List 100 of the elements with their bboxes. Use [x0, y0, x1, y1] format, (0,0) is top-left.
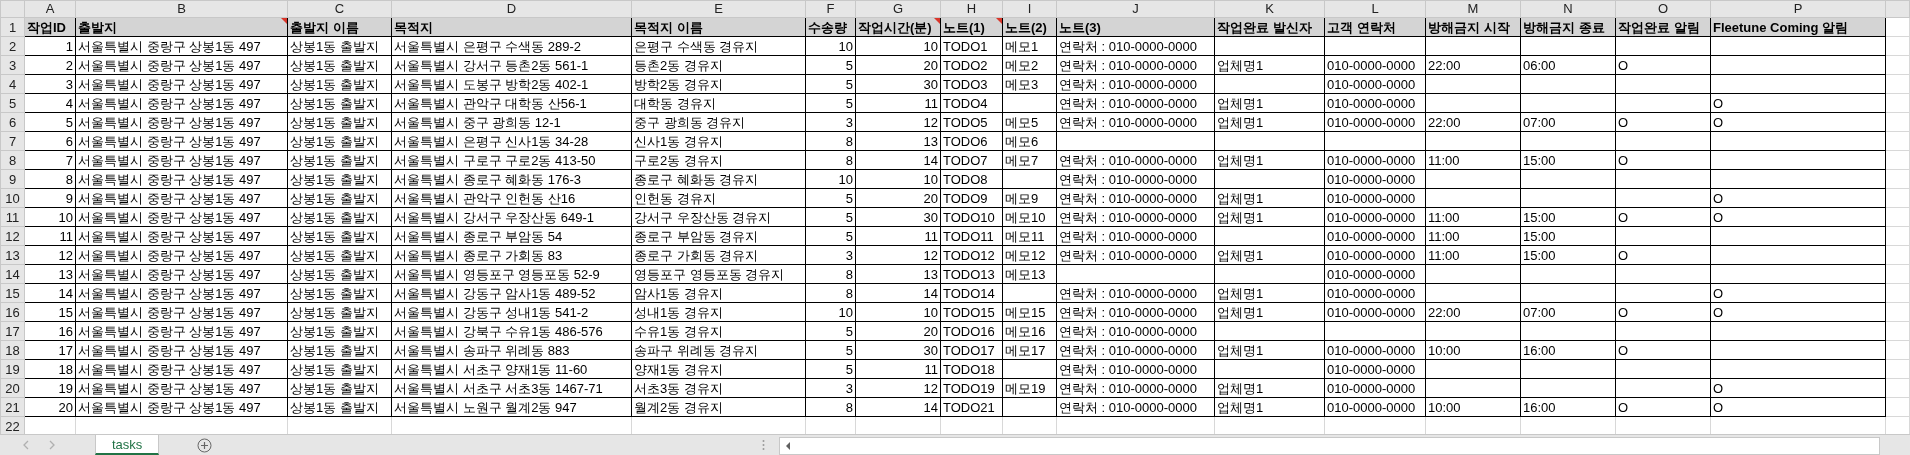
column-header[interactable]: I: [1002, 0, 1057, 18]
table-cell: 5: [805, 55, 856, 75]
column-header[interactable]: J: [1056, 0, 1215, 18]
table-cell: 업체명1: [1214, 245, 1325, 265]
table-cell: 양재1동 경유지: [631, 359, 806, 379]
table-cell: 11: [855, 93, 941, 113]
column-header[interactable]: A: [24, 0, 76, 18]
table-cell: TODO17: [940, 340, 1003, 360]
table-cell: 11: [24, 226, 76, 246]
scroll-right-icon[interactable]: [48, 440, 56, 450]
column-header[interactable]: C: [287, 0, 392, 18]
horizontal-scrollbar[interactable]: [779, 437, 1880, 455]
table-cell: 10: [805, 302, 856, 322]
table-cell: 12: [24, 245, 76, 265]
table-cell: 상봉1동 출발지: [287, 226, 392, 246]
table-cell: 20: [855, 188, 941, 208]
table-cell: 11:00: [1425, 245, 1521, 265]
table-cell: 8: [805, 283, 856, 303]
column-header[interactable]: M: [1425, 0, 1521, 18]
table-cell: 16:00: [1520, 397, 1616, 417]
add-sheet-icon[interactable]: [197, 437, 213, 453]
table-cell: 15:00: [1520, 207, 1616, 227]
table-cell: 서울특별시 중랑구 상봉1동 497: [75, 169, 288, 189]
column-header[interactable]: O: [1615, 0, 1711, 18]
column-header[interactable]: D: [391, 0, 632, 18]
table-cell: TODO7: [940, 150, 1003, 170]
table-cell: 상봉1동 출발지: [287, 245, 392, 265]
table-cell: 10:00: [1425, 397, 1521, 417]
table-cell: 연락처 : 010-0000-0000: [1056, 321, 1215, 341]
table-cell: 22:00: [1425, 302, 1521, 322]
table-cell: 010-0000-0000: [1324, 150, 1426, 170]
table-cell: 메모13: [1002, 264, 1057, 284]
table-cell: 서울특별시 중랑구 상봉1동 497: [75, 112, 288, 132]
table-cell: O: [1615, 302, 1711, 322]
table-cell: 15: [24, 302, 76, 322]
table-cell: 업체명1: [1214, 378, 1325, 398]
table-cell: 3: [24, 74, 76, 94]
table-cell: 13: [24, 264, 76, 284]
table-cell: 메모1: [1002, 36, 1057, 56]
table-cell: TODO21: [940, 397, 1003, 417]
table-cell: 07:00: [1520, 112, 1616, 132]
column-header[interactable]: N: [1520, 0, 1616, 18]
table-cell: O: [1615, 112, 1711, 132]
table-cell: 서울특별시 중랑구 상봉1동 497: [75, 74, 288, 94]
table-cell: 연락처 : 010-0000-0000: [1056, 378, 1215, 398]
splitter-handle-icon[interactable]: [762, 439, 766, 451]
table-cell: 업체명1: [1214, 150, 1325, 170]
table-cell: 서울특별시 중랑구 상봉1동 497: [75, 188, 288, 208]
column-header[interactable]: F: [805, 0, 856, 18]
table-cell: 연락처 : 010-0000-0000: [1056, 55, 1215, 75]
table-cell: 16: [24, 321, 76, 341]
table-cell: 서울특별시 강서구 등촌2동 561-1: [391, 55, 632, 75]
table-cell: 메모7: [1002, 150, 1057, 170]
table-cell: 상봉1동 출발지: [287, 302, 392, 322]
column-header[interactable]: E: [631, 0, 806, 18]
table-cell: 서울특별시 중랑구 상봉1동 497: [75, 55, 288, 75]
table-cell: 업체명1: [1214, 207, 1325, 227]
table-cell: O: [1710, 188, 1886, 208]
table-cell: 서울특별시 중랑구 상봉1동 497: [75, 378, 288, 398]
table-cell: TODO9: [940, 188, 1003, 208]
column-header[interactable]: H: [940, 0, 1003, 18]
table-cell: 10: [855, 302, 941, 322]
table-cell: 종로구 혜화동 경유지: [631, 169, 806, 189]
table-cell: 상봉1동 출발지: [287, 359, 392, 379]
table-cell: 업체명1: [1214, 93, 1325, 113]
table-cell: 서울특별시 구로구 구로2동 413-50: [391, 150, 632, 170]
table-cell: 서울특별시 강동구 암사1동 489-52: [391, 283, 632, 303]
column-header[interactable]: K: [1214, 0, 1325, 18]
table-cell: 10: [24, 207, 76, 227]
table-cell: 13: [855, 264, 941, 284]
table-cell: 30: [855, 207, 941, 227]
sheet-tab[interactable]: tasks: [95, 435, 160, 455]
column-header[interactable]: P: [1710, 0, 1886, 18]
table-cell: 010-0000-0000: [1324, 359, 1426, 379]
table-cell: 1: [24, 36, 76, 56]
table-cell: 서울특별시 관악구 대학동 산56-1: [391, 93, 632, 113]
table-cell: 상봉1동 출발지: [287, 207, 392, 227]
table-cell: 서울특별시 종로구 혜화동 176-3: [391, 169, 632, 189]
table-cell: 3: [805, 378, 856, 398]
table-cell: 20: [24, 397, 76, 417]
table-cell: 서울특별시 중랑구 상봉1동 497: [75, 150, 288, 170]
table-cell: 010-0000-0000: [1324, 397, 1426, 417]
column-header[interactable]: G: [855, 0, 941, 18]
column-header[interactable]: B: [75, 0, 288, 18]
table-cell: 010-0000-0000: [1324, 340, 1426, 360]
table-cell: 서초3동 경유지: [631, 378, 806, 398]
table-cell: O: [1615, 245, 1711, 265]
scroll-left-icon[interactable]: [784, 441, 793, 451]
table-cell: 5: [805, 93, 856, 113]
table-cell: 6: [24, 131, 76, 151]
table-cell: TODO6: [940, 131, 1003, 151]
table-cell: 구로2동 경유지: [631, 150, 806, 170]
table-cell: TODO2: [940, 55, 1003, 75]
table-cell: 10: [805, 36, 856, 56]
table-cell: 상봉1동 출발지: [287, 397, 392, 417]
table-cell: O: [1615, 397, 1711, 417]
table-cell: 연락처 : 010-0000-0000: [1056, 36, 1215, 56]
column-header[interactable]: L: [1324, 0, 1426, 18]
table-cell: TODO4: [940, 93, 1003, 113]
table-cell: 상봉1동 출발지: [287, 169, 392, 189]
